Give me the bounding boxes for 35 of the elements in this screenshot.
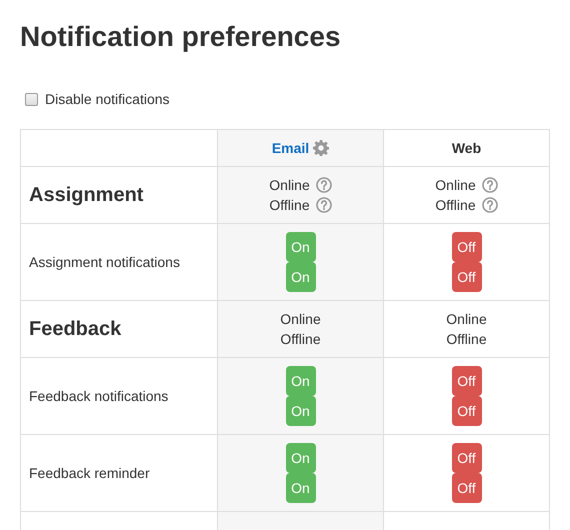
status-label: Offline (280, 330, 321, 348)
checkbox[interactable] (25, 92, 38, 106)
column-header: Web (452, 140, 482, 156)
column-link[interactable]: Email (272, 140, 310, 156)
toggle-button[interactable]: Off (452, 443, 482, 473)
status-label: Online (446, 310, 487, 328)
page-title: Notification preferences (20, 20, 342, 54)
help-icon[interactable] (482, 197, 498, 213)
toggle-button[interactable]: Off (452, 473, 482, 503)
help-icon[interactable] (316, 197, 332, 213)
status-label: Offline (435, 196, 476, 214)
status-label: Offline (446, 330, 487, 348)
settings-icon[interactable] (313, 140, 330, 156)
toggle-button[interactable]: On (286, 232, 316, 262)
component-heading: Assignment (29, 184, 144, 206)
component-heading: Feedback (29, 318, 122, 340)
status-label: Online (280, 310, 321, 328)
toggle-button[interactable]: Off (452, 232, 482, 262)
toggle-button[interactable]: On (286, 443, 316, 473)
toggle-button[interactable]: On (286, 396, 316, 426)
toggle-button[interactable]: Off (452, 366, 482, 396)
status-label: Online (435, 176, 476, 194)
toggle-button[interactable]: Off (452, 262, 482, 292)
toggle-button[interactable]: On (286, 366, 316, 396)
notification-name: Feedback reminder (29, 465, 150, 481)
notification-name: Feedback notifications (29, 388, 168, 404)
checkbox-label: Disable notifications (45, 91, 170, 107)
status-label: Online (269, 176, 310, 194)
status-label: Offline (269, 196, 310, 214)
toggle-button[interactable]: Off (452, 396, 482, 426)
toggle-button[interactable]: On (286, 262, 316, 292)
help-icon[interactable] (316, 177, 332, 193)
notification-name: Assignment notifications (29, 254, 180, 270)
toggle-button[interactable]: On (286, 473, 316, 503)
help-icon[interactable] (482, 177, 498, 193)
